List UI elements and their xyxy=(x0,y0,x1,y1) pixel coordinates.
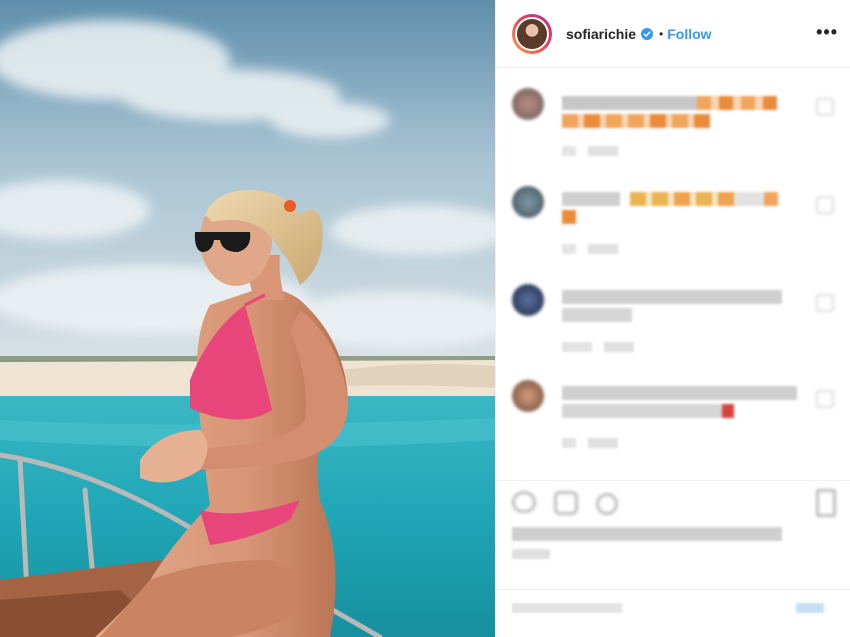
instagram-post: sofiarichie • Follow ••• xyxy=(0,0,850,637)
post-actions xyxy=(496,480,850,637)
comment-meta-pixelated xyxy=(562,438,618,448)
comment-text-pixelated xyxy=(562,96,777,110)
comment-item xyxy=(512,88,842,168)
beach-boat-photo xyxy=(0,0,495,637)
comment-text-pixelated xyxy=(562,386,797,400)
comment-meta-pixelated xyxy=(562,244,618,254)
separator: • xyxy=(659,26,664,41)
comment-item xyxy=(512,186,842,266)
username[interactable]: sofiarichie xyxy=(566,26,636,42)
share-icon[interactable] xyxy=(596,493,618,515)
post-side-panel: sofiarichie • Follow ••• xyxy=(495,0,850,637)
likes-text-pixelated xyxy=(512,527,782,541)
divider xyxy=(496,589,850,590)
comment-item xyxy=(512,284,842,364)
profile-avatar-ring[interactable] xyxy=(512,13,552,54)
comment-like-icon[interactable] xyxy=(816,98,834,116)
comment-text-pixelated xyxy=(562,210,576,224)
more-options-icon[interactable]: ••• xyxy=(816,22,838,43)
bookmark-icon[interactable] xyxy=(816,489,836,517)
comment-like-icon[interactable] xyxy=(816,390,834,408)
post-photo[interactable] xyxy=(0,0,495,637)
comment-text-pixelated xyxy=(562,192,778,206)
comment-text-pixelated xyxy=(562,290,782,304)
avatar[interactable] xyxy=(515,16,549,51)
comment-avatar[interactable] xyxy=(512,88,544,120)
heart-icon[interactable] xyxy=(512,491,536,513)
comment-icon[interactable] xyxy=(554,491,578,515)
comment-text-pixelated xyxy=(562,308,632,322)
comment-meta-pixelated xyxy=(562,342,634,352)
comment-text-pixelated xyxy=(562,404,734,418)
timestamp-pixelated xyxy=(512,549,550,559)
verified-badge-icon xyxy=(641,27,654,40)
comment-like-icon[interactable] xyxy=(816,196,834,214)
post-comment-button-pixelated[interactable] xyxy=(796,603,824,613)
comment-avatar[interactable] xyxy=(512,186,544,218)
add-comment-input-pixelated[interactable] xyxy=(512,603,622,613)
comment-avatar[interactable] xyxy=(512,284,544,316)
comment-text-pixelated xyxy=(562,114,710,128)
comment-like-icon[interactable] xyxy=(816,294,834,312)
follow-button[interactable]: Follow xyxy=(667,26,711,42)
comment-meta-pixelated xyxy=(562,146,618,156)
post-header: sofiarichie • Follow ••• xyxy=(496,0,850,68)
comment-item xyxy=(512,380,842,460)
comment-avatar[interactable] xyxy=(512,380,544,412)
check-icon xyxy=(643,30,651,37)
